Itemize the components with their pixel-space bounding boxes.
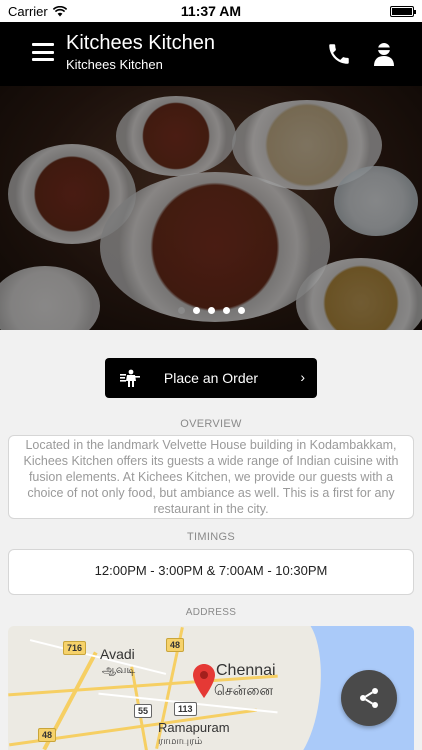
map-label-chennai-tamil: சென்னை [214, 682, 274, 698]
map-label-ramapuram: Ramapuram [158, 720, 230, 735]
battery-icon [390, 5, 416, 17]
map-label-chennai: Chennai [216, 662, 276, 679]
status-bar: Carrier 11:37 AM [0, 0, 422, 22]
user-icon[interactable] [372, 41, 396, 67]
hero-carousel[interactable] [0, 86, 422, 330]
map-label-avadi: Avadi [100, 646, 135, 662]
carousel-dots [0, 307, 422, 314]
map-label-avadi-tamil: ஆவடி [102, 664, 136, 676]
app-header: Kitchees Kitchen Kitchees Kitchen [0, 22, 422, 86]
road-shield: 48 [166, 638, 185, 652]
phone-icon[interactable] [326, 41, 352, 67]
header-subtitle: Kitchees Kitchen [66, 57, 163, 72]
timings-label: TIMINGS [187, 531, 235, 543]
road-shield: 48 [38, 728, 57, 742]
chevron-right-icon: › [300, 369, 305, 385]
menu-icon[interactable] [32, 43, 54, 61]
overview-card: Located in the landmark Velvette House b… [8, 435, 414, 519]
status-time: 11:37 AM [180, 3, 242, 19]
share-icon [360, 688, 378, 708]
hero-shade [0, 86, 422, 330]
carousel-dot[interactable] [222, 307, 230, 314]
overview-label: OVERVIEW [180, 418, 242, 430]
map-label-ramapuram-tamil: ராமாபுரம் [158, 736, 203, 747]
timings-card: 12:00PM - 3:00PM & 7:00AM - 10:30PM [8, 549, 414, 595]
carousel-dot[interactable] [207, 307, 215, 314]
place-order-button[interactable]: Place an Order › [105, 358, 317, 398]
header-title: Kitchees Kitchen [66, 32, 215, 54]
carousel-dot[interactable] [237, 307, 245, 314]
road-shield: 55 [134, 704, 153, 718]
place-order-label: Place an Order [163, 370, 259, 386]
timings-text: 12:00PM - 3:00PM & 7:00AM - 10:30PM [94, 563, 328, 578]
overview-text: Located in the landmark Velvette House b… [23, 438, 399, 516]
road-shield: 113 [174, 702, 197, 716]
carousel-dot[interactable] [177, 307, 185, 314]
map-road [29, 639, 167, 675]
map-pin-icon[interactable] [193, 664, 215, 698]
share-button[interactable] [341, 670, 397, 726]
road-shield: 716 [63, 641, 87, 655]
carousel-dot[interactable] [192, 307, 200, 314]
address-label: ADDRESS [185, 607, 237, 618]
